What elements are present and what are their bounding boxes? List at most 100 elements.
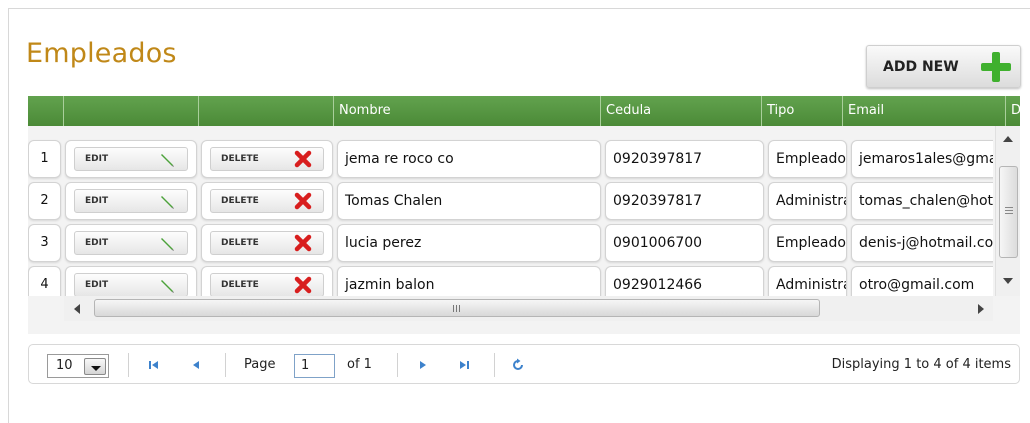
- edit-button[interactable]: EDIT: [74, 189, 188, 213]
- first-page-icon[interactable]: [147, 358, 161, 372]
- column-header-index: [28, 96, 64, 126]
- horizontal-scroll-thumb[interactable]: [94, 299, 820, 317]
- x-icon: [294, 276, 312, 294]
- pager-separator: [128, 353, 129, 377]
- prev-page-icon[interactable]: [189, 358, 203, 372]
- column-header-cedula[interactable]: Cedula: [601, 96, 762, 126]
- grid-body: 1 EDIT DELETE jema re roco co 0920397817…: [28, 126, 1020, 334]
- column-header-delete: [199, 96, 334, 126]
- edit-cell: EDIT: [65, 266, 197, 296]
- cedula-cell: 0920397817: [605, 140, 764, 178]
- cedula-cell: 0929012466: [605, 266, 764, 296]
- grip-line: [1005, 213, 1013, 214]
- add-new-button[interactable]: ADD NEW: [866, 45, 1021, 88]
- tipo-cell: Empleado: [768, 140, 847, 178]
- nombre-cell: Tomas Chalen: [337, 182, 601, 220]
- horizontal-scrollbar[interactable]: [64, 296, 993, 321]
- page-size-value: 10: [56, 358, 73, 373]
- edit-cell: EDIT: [65, 182, 197, 220]
- tipo-cell: Administrador: [768, 182, 847, 220]
- delete-button[interactable]: DELETE: [210, 189, 324, 213]
- grip-line: [1005, 207, 1013, 208]
- nombre-cell: lucia perez: [337, 224, 601, 262]
- scroll-up-arrow-icon[interactable]: [1003, 136, 1013, 142]
- scroll-right-arrow-icon[interactable]: [978, 304, 984, 314]
- column-header-edit: [64, 96, 199, 126]
- grip-line: [1005, 210, 1013, 211]
- delete-label: DELETE: [221, 154, 259, 164]
- pagination-info: Displaying 1 to 4 of 4 items: [831, 357, 1011, 372]
- grip-line: [459, 305, 460, 312]
- scroll-left-arrow-icon[interactable]: [74, 304, 80, 314]
- last-page-icon[interactable]: [457, 358, 471, 372]
- delete-cell: DELETE: [201, 140, 333, 178]
- nombre-cell: jazmin balon: [337, 266, 601, 296]
- edit-label: EDIT: [85, 280, 109, 290]
- page-number-input[interactable]: 1: [294, 354, 335, 378]
- x-icon: [294, 192, 312, 210]
- delete-cell: DELETE: [201, 182, 333, 220]
- edit-label: EDIT: [85, 238, 109, 248]
- edit-button[interactable]: EDIT: [74, 273, 188, 296]
- page-title: Empleados: [26, 38, 177, 69]
- column-header-d[interactable]: D: [1006, 96, 1020, 126]
- cedula-cell: 0901006700: [605, 224, 764, 262]
- table-row: 2 EDIT DELETE Tomas Chalen 0920397817 Ad…: [28, 182, 993, 224]
- column-header-email[interactable]: Email: [843, 96, 1006, 126]
- x-icon: [294, 234, 312, 252]
- delete-button[interactable]: DELETE: [210, 147, 324, 171]
- delete-label: DELETE: [221, 238, 259, 248]
- pager-separator: [397, 353, 398, 377]
- row-number: 1: [28, 140, 61, 178]
- page-count-label: of 1: [347, 357, 372, 372]
- delete-cell: DELETE: [201, 224, 333, 262]
- column-header-nombre[interactable]: Nombre: [334, 96, 601, 126]
- tipo-cell: Administrador: [768, 266, 847, 296]
- edit-button[interactable]: EDIT: [74, 147, 188, 171]
- plus-icon: [981, 52, 1011, 82]
- edit-button[interactable]: EDIT: [74, 231, 188, 255]
- row-number: 3: [28, 224, 61, 262]
- grid-rows: 1 EDIT DELETE jema re roco co 0920397817…: [28, 126, 993, 296]
- delete-button[interactable]: DELETE: [210, 231, 324, 255]
- page-label: Page: [244, 357, 276, 372]
- email-cell: tomas_chalen@hotmail.com: [851, 182, 993, 220]
- email-cell: otro@gmail.com: [851, 266, 993, 296]
- chevron-down-icon[interactable]: [84, 358, 106, 375]
- edit-cell: EDIT: [65, 224, 197, 262]
- page-size-select[interactable]: 10: [47, 354, 109, 378]
- column-header-tipo[interactable]: Tipo: [762, 96, 843, 126]
- row-number: 2: [28, 182, 61, 220]
- tipo-cell: Empleado: [768, 224, 847, 262]
- pencil-icon: [161, 196, 174, 209]
- email-cell: jemaros1ales@gmail.com: [851, 140, 993, 178]
- pencil-icon: [161, 154, 174, 167]
- pagination-bar: 10 Page 1 of 1 Displaying 1 to 4 of 4 it…: [28, 344, 1020, 384]
- grip-line: [456, 305, 457, 312]
- edit-cell: EDIT: [65, 140, 197, 178]
- delete-cell: DELETE: [201, 266, 333, 296]
- table-row: 3 EDIT DELETE lucia perez 0901006700 Emp…: [28, 224, 993, 266]
- pencil-icon: [161, 280, 174, 293]
- grid-header: Nombre Cedula Tipo Email D: [28, 96, 1020, 126]
- pencil-icon: [161, 238, 174, 251]
- table-row: 1 EDIT DELETE jema re roco co 0920397817…: [28, 140, 993, 182]
- vertical-scroll-thumb[interactable]: [999, 166, 1018, 258]
- pager-separator: [225, 353, 226, 377]
- cedula-cell: 0920397817: [605, 182, 764, 220]
- row-number: 4: [28, 266, 61, 296]
- grip-line: [453, 305, 454, 312]
- table-row: 4 EDIT DELETE jazmin balon 0929012466 Ad…: [28, 266, 993, 296]
- refresh-icon[interactable]: [511, 358, 525, 372]
- scroll-down-arrow-icon[interactable]: [1003, 278, 1013, 284]
- delete-label: DELETE: [221, 280, 259, 290]
- edit-label: EDIT: [85, 196, 109, 206]
- pager-separator: [494, 353, 495, 377]
- delete-button[interactable]: DELETE: [210, 273, 324, 296]
- delete-label: DELETE: [221, 196, 259, 206]
- email-cell: denis-j@hotmail.com: [851, 224, 993, 262]
- nombre-cell: jema re roco co: [337, 140, 601, 178]
- add-new-label: ADD NEW: [883, 58, 959, 75]
- vertical-scrollbar[interactable]: [995, 126, 1020, 296]
- next-page-icon[interactable]: [416, 358, 430, 372]
